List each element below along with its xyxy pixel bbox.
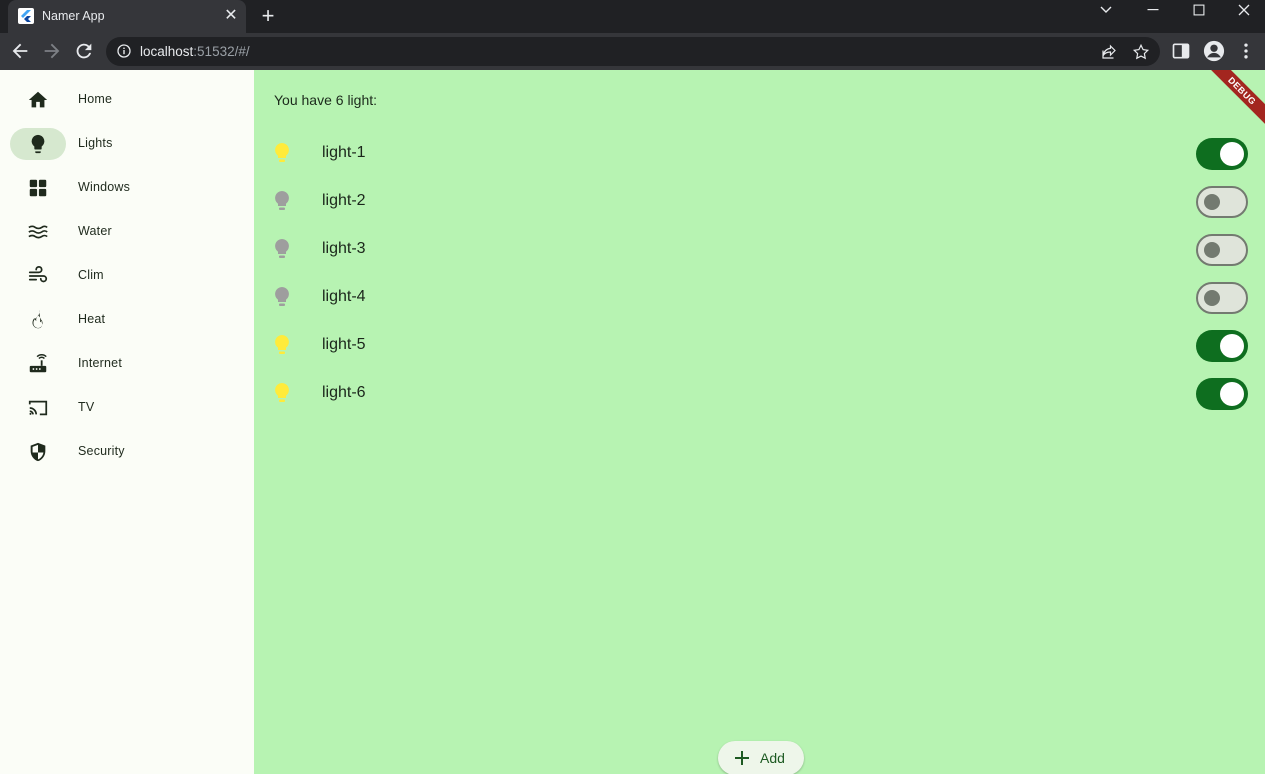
navigation-rail: Home Lights Windows Water Clim Heat Inte…: [0, 70, 254, 774]
minimize-icon[interactable]: [1131, 0, 1175, 20]
browser-tab[interactable]: Namer App ✕: [8, 0, 246, 33]
lightbulb-off-icon: [275, 239, 289, 258]
light-toggle-switch[interactable]: [1196, 234, 1248, 266]
flutter-favicon-icon: [18, 8, 34, 24]
switch-knob: [1220, 334, 1244, 358]
main-content: You have 6 light: light-1 light-2 light-…: [254, 70, 1265, 774]
light-row: light-2: [254, 178, 1265, 226]
light-name: light-5: [322, 336, 366, 353]
url-text[interactable]: localhost:51532/#/: [140, 44, 250, 59]
lightbulb-on-icon: [275, 383, 289, 402]
switch-knob: [1220, 142, 1244, 166]
light-name: light-1: [322, 144, 366, 161]
light-row: light-6: [254, 370, 1265, 418]
shield-icon: [10, 436, 66, 468]
reload-icon[interactable]: [73, 40, 95, 62]
rail-item-home[interactable]: Home: [10, 84, 250, 116]
light-row: light-4: [254, 274, 1265, 322]
browser-toolbar: localhost:51532/#/: [0, 33, 1265, 70]
rail-label-tv: TV: [78, 400, 95, 414]
light-name: light-4: [322, 288, 366, 305]
rail-item-heat[interactable]: Heat: [10, 304, 250, 336]
light-toggle-switch[interactable]: [1196, 186, 1248, 218]
tab-search-icon[interactable]: [1084, 0, 1128, 20]
side-panel-icon[interactable]: [1171, 41, 1193, 63]
add-button-label: Add: [760, 750, 785, 766]
light-name: light-3: [322, 240, 366, 257]
rail-label-heat: Heat: [78, 312, 106, 326]
light-name: light-2: [322, 192, 366, 209]
lightbulb-off-icon: [275, 287, 289, 306]
rail-label-security: Security: [78, 444, 125, 458]
lightbulb-off-icon: [275, 191, 289, 210]
switch-knob: [1204, 194, 1220, 210]
flutter-app: Home Lights Windows Water Clim Heat Inte…: [0, 70, 1265, 774]
rail-label-lights: Lights: [78, 136, 113, 150]
profile-avatar-icon[interactable]: [1203, 40, 1225, 62]
add-light-button[interactable]: Add: [718, 741, 804, 774]
home-icon: [10, 84, 66, 116]
rail-label-water: Water: [78, 224, 112, 238]
debug-banner: DEBUG: [1205, 70, 1265, 128]
tab-title: Namer App: [42, 9, 105, 23]
url-host: localhost: [140, 44, 194, 59]
fire-icon: [10, 304, 66, 336]
rail-item-windows[interactable]: Windows: [10, 172, 250, 204]
light-row: light-3: [254, 226, 1265, 274]
share-icon[interactable]: [1100, 43, 1118, 66]
light-toggle-switch[interactable]: [1196, 330, 1248, 362]
plus-icon: [735, 751, 749, 765]
rail-item-water[interactable]: Water: [10, 216, 250, 248]
lightbulb-icon: [10, 128, 66, 160]
back-icon[interactable]: [9, 40, 31, 62]
windows-icon: [10, 172, 66, 204]
rail-label-windows: Windows: [78, 180, 131, 194]
rail-label-home: Home: [78, 92, 113, 106]
switch-knob: [1204, 290, 1220, 306]
light-row: light-5: [254, 322, 1265, 370]
new-tab-button[interactable]: +: [257, 5, 279, 27]
lightbulb-on-icon: [275, 335, 289, 354]
rail-label-internet: Internet: [78, 356, 122, 370]
rail-item-security[interactable]: Security: [10, 436, 250, 468]
rail-item-tv[interactable]: TV: [10, 392, 250, 424]
rail-item-internet[interactable]: Internet: [10, 348, 250, 380]
cast-icon: [10, 392, 66, 424]
light-row: light-1: [254, 130, 1265, 178]
address-bar[interactable]: localhost:51532/#/: [106, 37, 1160, 66]
maximize-icon[interactable]: [1177, 0, 1221, 20]
lightbulb-on-icon: [275, 143, 289, 162]
water-icon: [10, 216, 66, 248]
router-icon: [10, 348, 66, 380]
browser-menu-icon[interactable]: [1236, 41, 1258, 63]
light-toggle-switch[interactable]: [1196, 138, 1248, 170]
tab-close-icon[interactable]: ✕: [222, 7, 240, 25]
light-toggle-switch[interactable]: [1196, 282, 1248, 314]
rail-item-clim[interactable]: Clim: [10, 260, 250, 292]
rail-label-clim: Clim: [78, 268, 104, 282]
switch-knob: [1220, 382, 1244, 406]
wind-icon: [10, 260, 66, 292]
rail-item-lights[interactable]: Lights: [10, 128, 250, 160]
site-info-icon[interactable]: [117, 44, 131, 58]
browser-titlebar: Namer App ✕ +: [0, 0, 1265, 33]
light-count-text: You have 6 light:: [274, 92, 378, 108]
forward-icon[interactable]: [41, 40, 63, 62]
light-name: light-6: [322, 384, 366, 401]
url-path: :51532/#/: [193, 44, 250, 59]
light-toggle-switch[interactable]: [1196, 378, 1248, 410]
bookmark-star-icon[interactable]: [1132, 43, 1150, 66]
switch-knob: [1204, 242, 1220, 258]
close-window-icon[interactable]: [1222, 0, 1265, 20]
